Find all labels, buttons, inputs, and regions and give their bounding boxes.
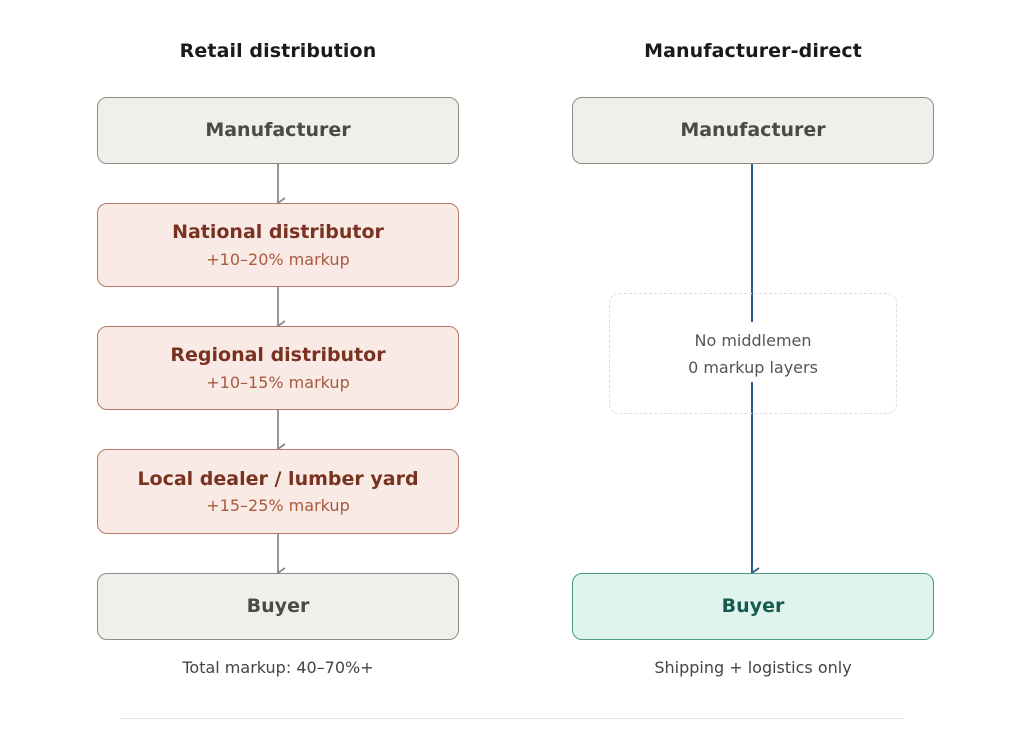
retail-manufacturer-box: Manufacturer <box>97 97 459 164</box>
note-line-1: No middlemen <box>694 330 812 350</box>
regional-distributor-label: Regional distributor <box>170 344 386 367</box>
local-dealer-label: Local dealer / lumber yard <box>137 467 419 490</box>
local-dealer-box: Local dealer / lumber yard +15–25% marku… <box>97 449 459 534</box>
retail-buyer-box: Buyer <box>97 573 459 640</box>
national-distributor-label: National distributor <box>172 221 384 244</box>
retail-buyer-label: Buyer <box>246 595 310 618</box>
direct-caption: Shipping + logistics only <box>654 658 852 677</box>
regional-distributor-markup: +10–15% markup <box>206 372 350 392</box>
direct-manufacturer-label: Manufacturer <box>680 119 826 142</box>
retail-caption: Total markup: 40–70%+ <box>182 658 374 677</box>
retail-manufacturer-label: Manufacturer <box>205 119 351 142</box>
bottom-divider <box>120 718 904 719</box>
note-line-2: 0 markup layers <box>688 357 818 377</box>
no-middlemen-note: No middlemen 0 markup layers <box>609 293 897 414</box>
national-distributor-box: National distributor +10–20% markup <box>97 203 459 287</box>
direct-manufacturer-box: Manufacturer <box>572 97 934 164</box>
direct-buyer-label: Buyer <box>721 595 785 618</box>
national-distributor-markup: +10–20% markup <box>206 249 350 269</box>
direct-buyer-box: Buyer <box>572 573 934 640</box>
regional-distributor-box: Regional distributor +10–15% markup <box>97 326 459 410</box>
local-dealer-markup: +15–25% markup <box>206 496 350 516</box>
